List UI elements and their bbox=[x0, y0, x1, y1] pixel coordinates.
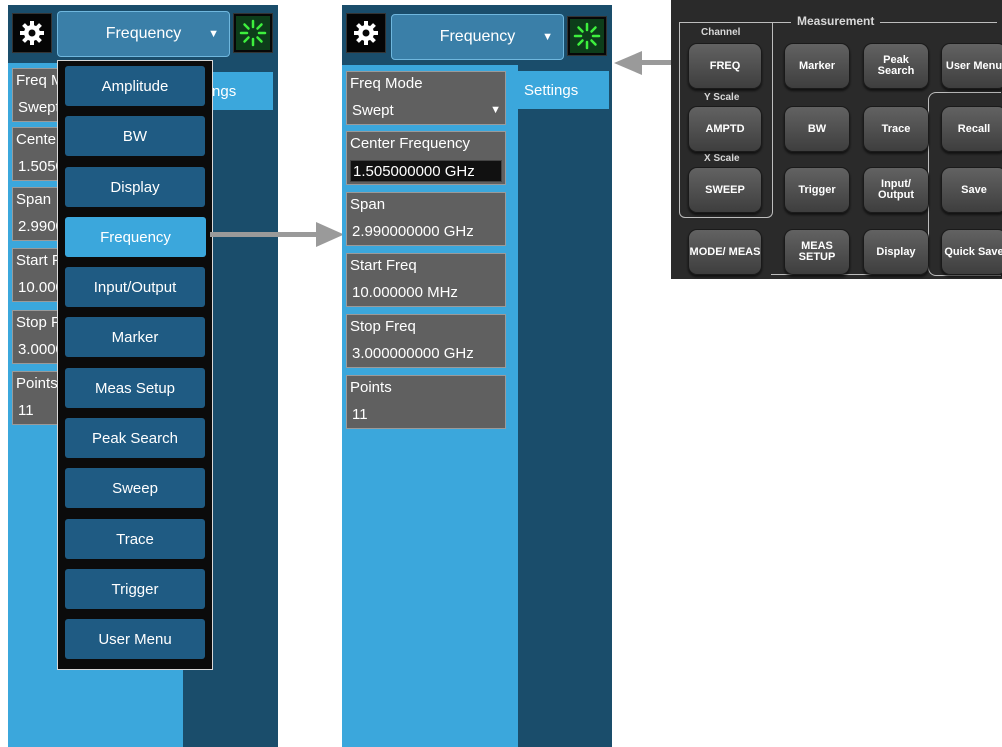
param-stop-freq[interactable]: Stop Freq 3.000000000 GHz bbox=[346, 314, 506, 368]
key-input-output[interactable]: Input/ Output bbox=[863, 167, 929, 213]
menu-label: Frequency bbox=[105, 25, 182, 42]
menu-dropdown-list: Amplitude BW Display Frequency Input/Out… bbox=[57, 60, 213, 670]
param-label: Center Frequency bbox=[350, 135, 471, 152]
menu-item-trace[interactable]: Trace bbox=[65, 519, 205, 559]
key-meas-setup[interactable]: MEAS SETUP bbox=[784, 229, 850, 275]
busy-indicator-icon bbox=[573, 22, 601, 50]
key-bw[interactable]: BW bbox=[784, 106, 850, 152]
param-label: Freq Mode bbox=[350, 75, 423, 92]
settings-gear-button[interactable] bbox=[346, 13, 386, 53]
tab-settings-label: Settings bbox=[524, 81, 579, 99]
menu-item-sweep[interactable]: Sweep bbox=[65, 468, 205, 508]
key-freq[interactable]: FREQ bbox=[688, 43, 762, 89]
menu-item-display[interactable]: Display bbox=[65, 167, 205, 207]
key-sweep[interactable]: SWEEP bbox=[688, 167, 762, 213]
param-label: Stop Freq bbox=[350, 318, 416, 335]
key-marker[interactable]: Marker bbox=[784, 43, 850, 89]
arrow-right-icon bbox=[210, 222, 344, 247]
key-trace[interactable]: Trace bbox=[863, 106, 929, 152]
param-label: Start Freq bbox=[350, 257, 417, 274]
key-display[interactable]: Display bbox=[863, 229, 929, 275]
param-value: 3.000000000 GHz bbox=[352, 345, 474, 362]
settings-gear-button[interactable] bbox=[12, 13, 52, 53]
param-points[interactable]: Points 11 bbox=[346, 375, 506, 429]
key-amptd[interactable]: AMPTD bbox=[688, 106, 762, 152]
y-scale-label: Y Scale bbox=[704, 92, 740, 103]
param-freq-mode[interactable]: Freq Mode Swept ▼ bbox=[346, 71, 506, 125]
busy-indicator bbox=[567, 16, 607, 56]
measurement-group-label: Measurement bbox=[791, 14, 881, 28]
menu-item-trigger[interactable]: Trigger bbox=[65, 569, 205, 609]
param-value: Swept bbox=[352, 102, 394, 119]
key-save[interactable]: Save bbox=[941, 167, 1002, 213]
menu-item-amplitude[interactable]: Amplitude bbox=[65, 66, 205, 106]
menu-item-marker[interactable]: Marker bbox=[65, 317, 205, 357]
key-user-menu[interactable]: User Menu bbox=[941, 43, 1002, 89]
param-start-freq[interactable]: Start Freq 10.000000 MHz bbox=[346, 253, 506, 307]
busy-indicator-icon bbox=[239, 19, 267, 47]
key-trigger[interactable]: Trigger bbox=[784, 167, 850, 213]
param-value: 2.990000000 GHz bbox=[352, 223, 474, 240]
tab-settings[interactable]: Settings bbox=[512, 71, 609, 109]
param-label: Span bbox=[350, 196, 386, 213]
right-panel: Frequency ▼ Settings Freq Mode Swept ▼ C… bbox=[342, 5, 612, 747]
menu-item-peak-search[interactable]: Peak Search bbox=[65, 418, 205, 458]
menu-item-input-output[interactable]: Input/Output bbox=[65, 267, 205, 307]
param-label: Points bbox=[350, 379, 392, 396]
dropdown-caret-icon: ▼ bbox=[208, 28, 219, 40]
param-value-input[interactable]: 1.505000000 GHz bbox=[350, 160, 502, 182]
x-scale-label: X Scale bbox=[704, 153, 740, 164]
param-span[interactable]: Span 2.990000000 GHz bbox=[346, 192, 506, 246]
param-value: 10.000000 MHz bbox=[352, 284, 458, 301]
key-recall[interactable]: Recall bbox=[941, 106, 1002, 152]
gear-icon bbox=[354, 21, 378, 45]
menu-item-user-menu[interactable]: User Menu bbox=[65, 619, 205, 659]
key-quick-save[interactable]: Quick Save bbox=[941, 229, 1002, 275]
menu-item-frequency[interactable]: Frequency bbox=[65, 217, 206, 257]
dropdown-caret-icon: ▼ bbox=[542, 31, 553, 43]
dropdown-caret-icon: ▼ bbox=[490, 104, 501, 116]
param-center-frequency[interactable]: Center Frequency 1.505000000 GHz bbox=[346, 131, 506, 185]
menu-item-bw[interactable]: BW bbox=[65, 116, 205, 156]
menu-label: Frequency bbox=[439, 28, 516, 45]
menu-item-meas-setup[interactable]: Meas Setup bbox=[65, 368, 205, 408]
key-peak-search[interactable]: Peak Search bbox=[863, 43, 929, 89]
gear-icon bbox=[20, 21, 44, 45]
busy-indicator bbox=[233, 13, 273, 53]
menu-dropdown-button[interactable]: Frequency ▼ bbox=[391, 14, 564, 60]
key-mode-meas[interactable]: MODE/ MEAS bbox=[688, 229, 762, 275]
menu-dropdown-button[interactable]: Frequency ▼ bbox=[57, 11, 230, 57]
channel-group-label: Channel bbox=[701, 27, 741, 38]
param-value: 11 bbox=[352, 406, 368, 423]
front-panel-keypad: Measurement Channel Y Scale X Scale FREQ… bbox=[671, 0, 1002, 279]
